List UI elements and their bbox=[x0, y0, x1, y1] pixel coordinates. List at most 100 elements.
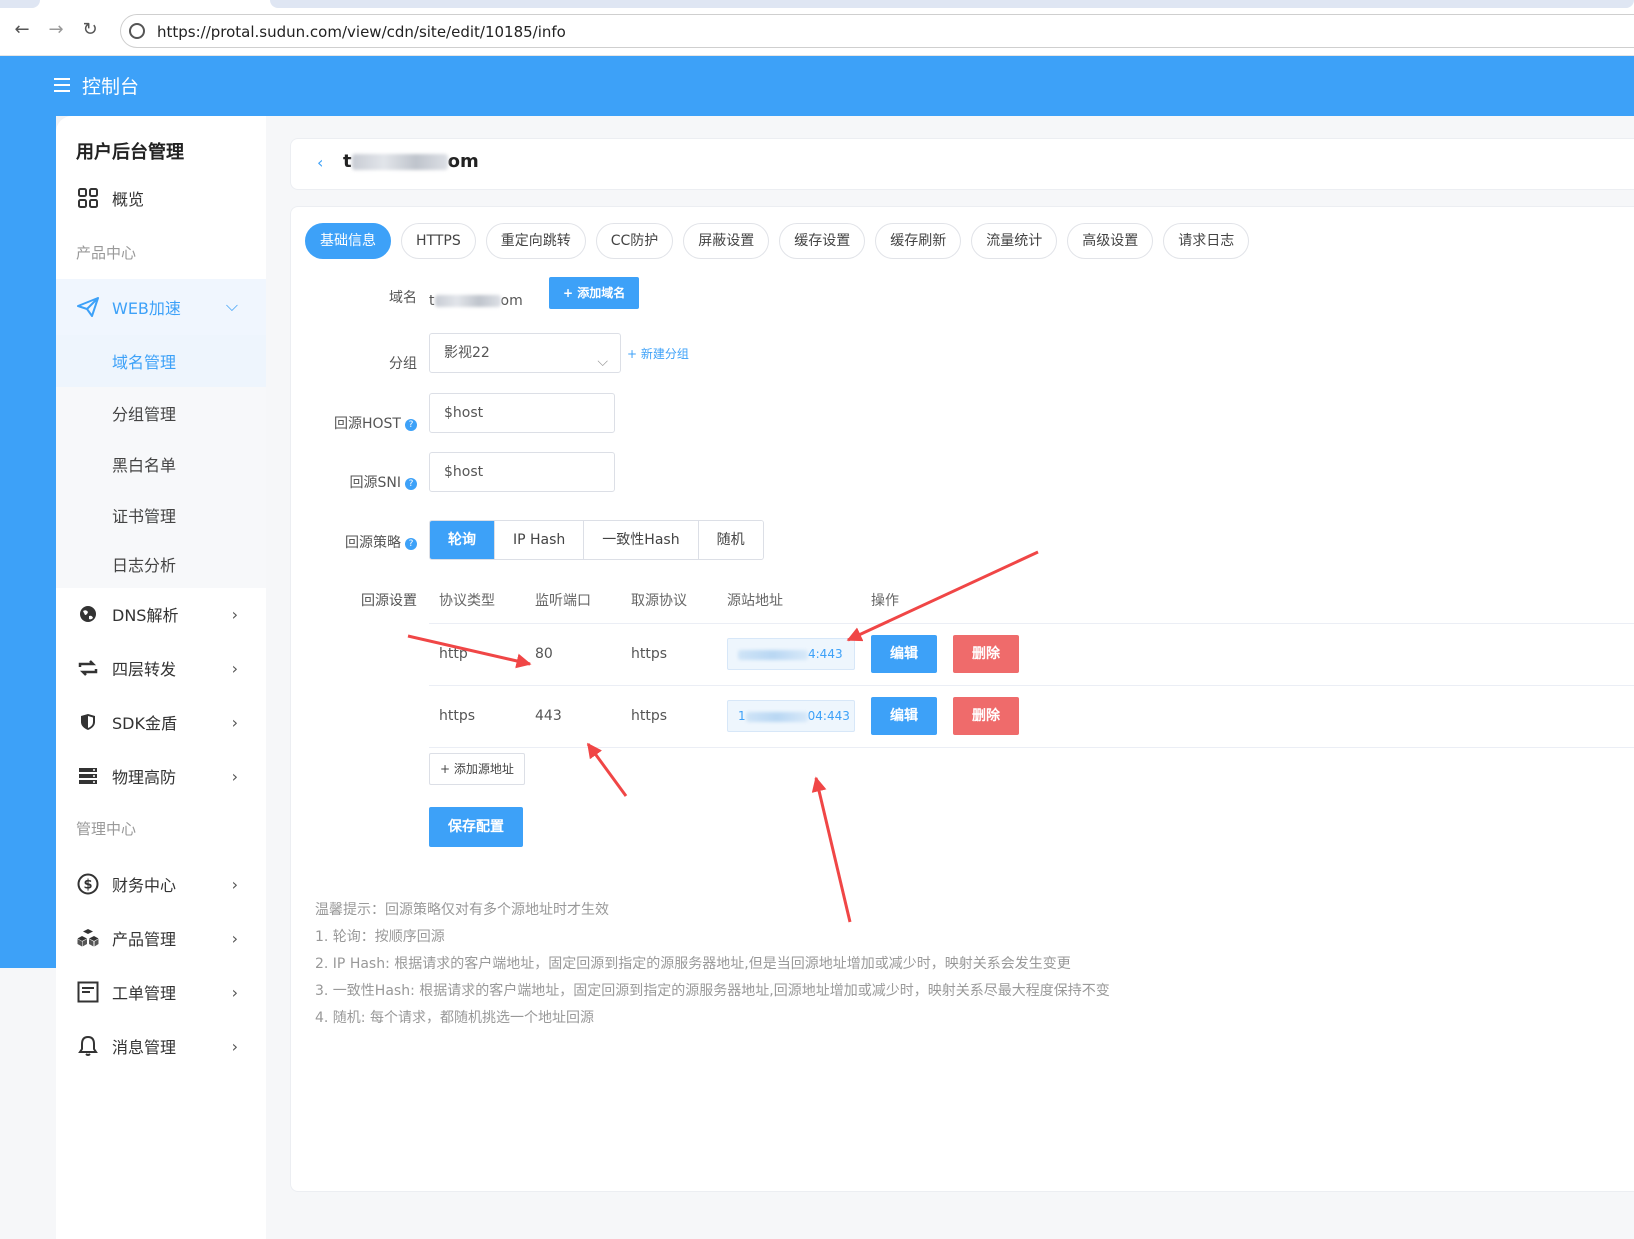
col-port: 监听端口 bbox=[535, 593, 591, 609]
back-icon[interactable]: ← bbox=[10, 18, 34, 42]
tip-line: 4. 随机: 每个请求，都随机挑选一个地址回源 bbox=[315, 1010, 594, 1026]
sidebar-item-products[interactable]: 产品管理 › bbox=[56, 912, 266, 964]
strategy-random[interactable]: 随机 bbox=[698, 521, 763, 559]
save-config-button[interactable]: 保存配置 bbox=[429, 807, 523, 847]
repeat-icon bbox=[76, 656, 100, 680]
sidebar-item-label: 工单管理 bbox=[112, 984, 177, 1003]
sidebar-item-label: SDK金盾 bbox=[112, 714, 177, 733]
sidebar-title: 用户后台管理 bbox=[76, 142, 184, 163]
page-background bbox=[0, 968, 56, 1239]
origin-settings-label: 回源设置 bbox=[361, 593, 417, 609]
chevron-right-icon: › bbox=[231, 929, 238, 948]
tab-https[interactable]: HTTPS bbox=[401, 223, 476, 259]
sidebar-item-label: 物理高防 bbox=[112, 768, 177, 787]
forward-icon[interactable]: → bbox=[44, 18, 68, 42]
delete-button[interactable]: 删除 bbox=[953, 697, 1019, 735]
origin-sni-label: 回源SNI? bbox=[291, 472, 417, 492]
tab-basic-info[interactable]: 基础信息 bbox=[305, 223, 391, 259]
group-select[interactable]: 影视22 ⌵ bbox=[429, 333, 621, 373]
server-icon bbox=[76, 764, 100, 788]
help-icon[interactable]: ? bbox=[405, 419, 417, 431]
chevron-right-icon: › bbox=[231, 659, 238, 678]
form-icon bbox=[76, 980, 100, 1004]
delete-button[interactable]: 删除 bbox=[953, 635, 1019, 673]
sidebar-item-label: 消息管理 bbox=[112, 1038, 177, 1057]
sidebar-item-messages[interactable]: 消息管理 › bbox=[56, 1020, 266, 1072]
chevron-down-icon: ⌵ bbox=[225, 296, 238, 315]
edit-button[interactable]: 编辑 bbox=[871, 697, 937, 735]
site-header-card: ‹ t om bbox=[290, 138, 1634, 190]
row-origin-protocol: https bbox=[631, 646, 668, 662]
sidebar-item-ddos[interactable]: 物理高防 › bbox=[56, 750, 266, 802]
help-icon[interactable]: ? bbox=[405, 538, 417, 550]
sidebar-sub-blackwhite[interactable]: 黑白名单 bbox=[56, 438, 266, 490]
tip-line: 3. 一致性Hash: 根据请求的客户端地址，固定回源到指定的源服务器地址,回源… bbox=[315, 983, 1110, 999]
col-origin-address: 源站地址 bbox=[727, 593, 783, 609]
address-bar[interactable]: https://protal.sudun.com/view/cdn/site/e… bbox=[120, 14, 1634, 48]
col-origin-protocol: 取源协议 bbox=[631, 593, 687, 609]
add-domain-button[interactable]: + 添加域名 bbox=[549, 277, 640, 309]
table-divider bbox=[429, 747, 1634, 748]
row-protocol: https bbox=[439, 708, 476, 724]
tab-cache-settings[interactable]: 缓存设置 bbox=[779, 223, 866, 259]
chevron-right-icon: › bbox=[231, 713, 238, 732]
chevron-right-icon: › bbox=[231, 983, 238, 1002]
strategy-label: 回源策略? bbox=[291, 532, 417, 552]
origin-host-input[interactable]: $host bbox=[429, 393, 615, 433]
sidebar-item-sdk[interactable]: SDK金盾 › bbox=[56, 696, 266, 748]
sidebar-item-tickets[interactable]: 工单管理 › bbox=[56, 966, 266, 1018]
cubes-icon bbox=[76, 926, 100, 950]
dollar-icon: $ bbox=[76, 872, 100, 896]
row-origin-protocol: https bbox=[631, 708, 668, 724]
edit-button[interactable]: 编辑 bbox=[871, 635, 937, 673]
sidebar-item-overview[interactable]: 概览 bbox=[56, 172, 266, 224]
site-title-suffix: om bbox=[447, 151, 479, 172]
sidebar-item-label: 财务中心 bbox=[112, 876, 177, 895]
sidebar-item-label: 概览 bbox=[112, 190, 145, 209]
tab-traffic-stats[interactable]: 流量统计 bbox=[971, 223, 1058, 259]
sidebar-item-finance[interactable]: $ 财务中心 › bbox=[56, 858, 266, 910]
table-divider bbox=[429, 623, 1634, 624]
chevron-left-icon[interactable]: ‹ bbox=[317, 153, 323, 172]
site-info-icon[interactable] bbox=[129, 23, 145, 39]
tab-redirect[interactable]: 重定向跳转 bbox=[485, 223, 586, 259]
tip-line: 1. 轮询：按顺序回源 bbox=[315, 929, 445, 945]
browser-tabstrip bbox=[270, 0, 1634, 8]
origin-sni-label-text: 回源SNI bbox=[349, 475, 402, 491]
domain-prefix: t bbox=[429, 293, 435, 309]
strategy-segmented: 轮询 IP Hash 一致性Hash 随机 bbox=[429, 520, 764, 560]
sidebar-sub-log[interactable]: 日志分析 bbox=[56, 540, 266, 588]
browser-toolbar: ← → ↻ https://protal.sudun.com/view/cdn/… bbox=[0, 0, 1634, 56]
origin-sni-input[interactable]: $host bbox=[429, 452, 615, 492]
sidebar-item-dns[interactable]: DNS解析 › bbox=[56, 588, 266, 640]
tab-cc-protection[interactable]: CC防护 bbox=[595, 223, 674, 259]
strategy-consistent-hash[interactable]: 一致性Hash bbox=[584, 521, 699, 559]
header-title: 控制台 bbox=[82, 76, 140, 98]
chevron-down-icon: ⌵ bbox=[597, 354, 608, 370]
sidebar-sub-group[interactable]: 分组管理 bbox=[56, 387, 266, 439]
col-protocol: 协议类型 bbox=[439, 593, 495, 609]
content-card: 基础信息 HTTPS 重定向跳转 CC防护 屏蔽设置 缓存设置 缓存刷新 流量统… bbox=[290, 206, 1634, 1192]
tab-cache-refresh[interactable]: 缓存刷新 bbox=[875, 223, 962, 259]
strategy-ip-hash[interactable]: IP Hash bbox=[495, 521, 585, 559]
bell-icon bbox=[76, 1034, 100, 1058]
strategy-round-robin[interactable]: 轮询 bbox=[430, 521, 495, 559]
reload-icon[interactable]: ↻ bbox=[78, 18, 102, 42]
sidebar-item-web[interactable]: WEB加速 ⌵ bbox=[56, 279, 266, 335]
tab-bar: 基础信息 HTTPS 重定向跳转 CC防护 屏蔽设置 缓存设置 缓存刷新 流量统… bbox=[305, 223, 1259, 259]
help-icon[interactable]: ? bbox=[405, 478, 417, 490]
sidebar-sub-domain[interactable]: 域名管理 bbox=[56, 335, 266, 387]
tab-advanced[interactable]: 高级设置 bbox=[1067, 223, 1154, 259]
menu-icon[interactable] bbox=[54, 78, 70, 92]
sidebar-item-l4[interactable]: 四层转发 › bbox=[56, 642, 266, 694]
browser-tab-corner bbox=[0, 0, 40, 8]
tab-request-log[interactable]: 请求日志 bbox=[1163, 223, 1250, 259]
new-group-link[interactable]: + 新建分组 bbox=[627, 345, 689, 362]
add-origin-button[interactable]: + 添加源地址 bbox=[429, 753, 525, 785]
header-extension bbox=[0, 116, 56, 968]
grid-icon bbox=[76, 186, 100, 210]
tab-block-settings[interactable]: 屏蔽设置 bbox=[683, 223, 770, 259]
redacted-domain bbox=[351, 154, 448, 170]
sidebar-section-manage: 管理中心 bbox=[76, 820, 137, 838]
sidebar-sub-cert[interactable]: 证书管理 bbox=[56, 489, 266, 541]
